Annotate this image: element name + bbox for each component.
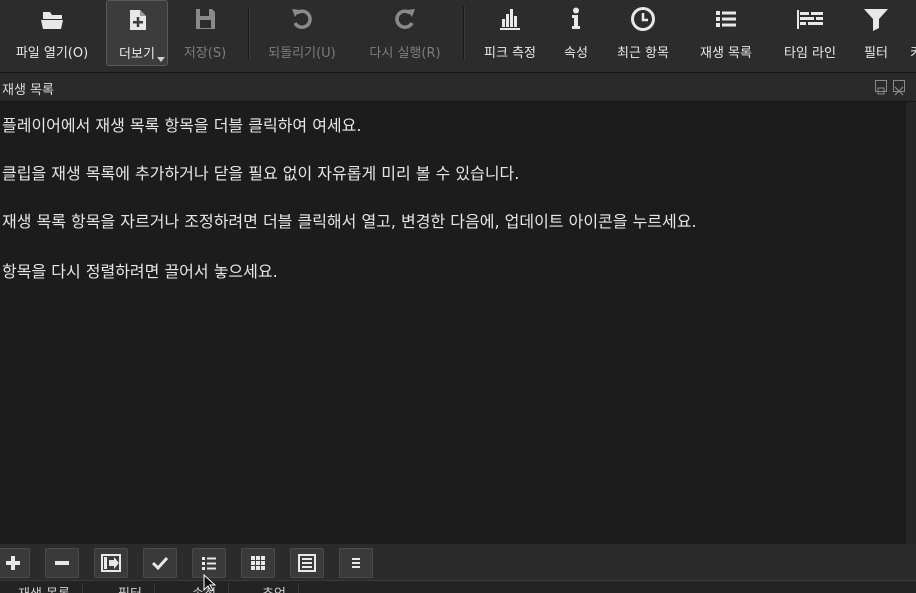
save-icon: [196, 9, 215, 29]
update-icon: [101, 554, 121, 572]
details-view-button[interactable]: [290, 548, 324, 578]
close-icon: [894, 86, 904, 96]
list-view-icon: [202, 557, 216, 570]
update-button[interactable]: [94, 548, 128, 578]
timeline-label: 타임 라인: [784, 46, 836, 61]
remove-button[interactable]: [45, 548, 79, 578]
peak-meter-icon: [500, 9, 520, 30]
info-icon: [572, 7, 580, 29]
timeline-icon: [797, 10, 823, 29]
redo-label: 다시 실행(R): [369, 46, 441, 61]
clock-icon: [631, 7, 655, 31]
menu-button[interactable]: [339, 548, 373, 578]
toolbar-separator: [463, 6, 465, 60]
toolbar-separator: [248, 6, 250, 60]
menu-icon: [352, 558, 360, 568]
grid-view-icon: [251, 556, 265, 570]
playlist-label: 재생 목록: [700, 46, 752, 61]
check-icon: [151, 556, 169, 571]
dock-tabs: 재생 목록 필터 속성 추억: [0, 580, 916, 593]
add-button[interactable]: [0, 548, 30, 578]
grid-view-button[interactable]: [241, 548, 275, 578]
restore-icon: [877, 87, 885, 95]
select-button[interactable]: [143, 548, 177, 578]
timeline-button[interactable]: 타임 라인: [770, 0, 850, 66]
filters-button[interactable]: 필터: [852, 0, 900, 66]
save-button[interactable]: 저장(S): [170, 0, 240, 66]
playlist-button[interactable]: 재생 목록: [690, 0, 762, 66]
filter-icon: [864, 9, 888, 31]
help-text-line: 플레이어에서 재생 목록 항목을 더블 클릭하여 여세요.: [2, 116, 362, 135]
folder-open-icon: [41, 12, 63, 29]
close-panel-icon[interactable]: [893, 80, 905, 96]
properties-button[interactable]: 속성: [552, 0, 600, 66]
list-icon: [716, 11, 736, 27]
undo-label: 되돌리기(U): [268, 46, 336, 61]
playlist-content-area[interactable]: 플레이어에서 재생 목록 항목을 더블 클릭하여 여세요. 클립을 재생 목록에…: [0, 102, 906, 544]
playlist-button-bar: [0, 544, 916, 580]
peak-meter-button[interactable]: 피크 측정: [472, 0, 548, 66]
more-button[interactable]: 더보기: [106, 0, 168, 66]
properties-label: 속성: [564, 46, 588, 61]
panel-title: 재생 목록: [2, 83, 54, 98]
playlist-panel-header: 재생 목록: [0, 73, 916, 102]
undo-icon: [292, 9, 312, 29]
open-file-button[interactable]: 파일 열기(O): [0, 0, 104, 66]
mouse-cursor-icon: [203, 574, 217, 592]
help-text-line: 항목을 다시 정렬하려면 끌어서 놓으세요.: [2, 262, 278, 281]
open-file-label: 파일 열기(O): [15, 46, 89, 61]
remove-icon: [55, 561, 69, 565]
main-toolbar: 파일 열기(O) 더보기 저장(S) 되돌리기(U) 다시 실행(R) 피크 측…: [0, 0, 916, 73]
overflow-label: 키: [910, 42, 916, 61]
redo-icon: [395, 9, 415, 29]
help-text-line: 재생 목록 항목을 자르거나 조정하려면 더블 클릭해서 열고, 변경한 다음에…: [2, 212, 697, 231]
filters-label: 필터: [864, 46, 888, 61]
save-label: 저장(S): [183, 46, 227, 61]
peak-meter-label: 피크 측정: [484, 46, 536, 61]
help-text-line: 클립을 재생 목록에 추가하거나 닫을 필요 없이 자유롭게 미리 볼 수 있습…: [2, 164, 520, 183]
scrollbar-track[interactable]: [906, 102, 916, 544]
add-icon: [6, 556, 20, 570]
add-file-icon: [130, 10, 146, 30]
float-panel-icon[interactable]: [875, 80, 887, 95]
redo-button[interactable]: 다시 실행(R): [354, 0, 456, 66]
details-view-icon: [298, 554, 316, 572]
recent-label: 최근 항목: [617, 46, 669, 61]
chevron-down-icon: [157, 57, 165, 62]
undo-button[interactable]: 되돌리기(U): [252, 0, 352, 66]
recent-button[interactable]: 최근 항목: [606, 0, 680, 66]
overflow-button[interactable]: 키: [906, 0, 916, 66]
